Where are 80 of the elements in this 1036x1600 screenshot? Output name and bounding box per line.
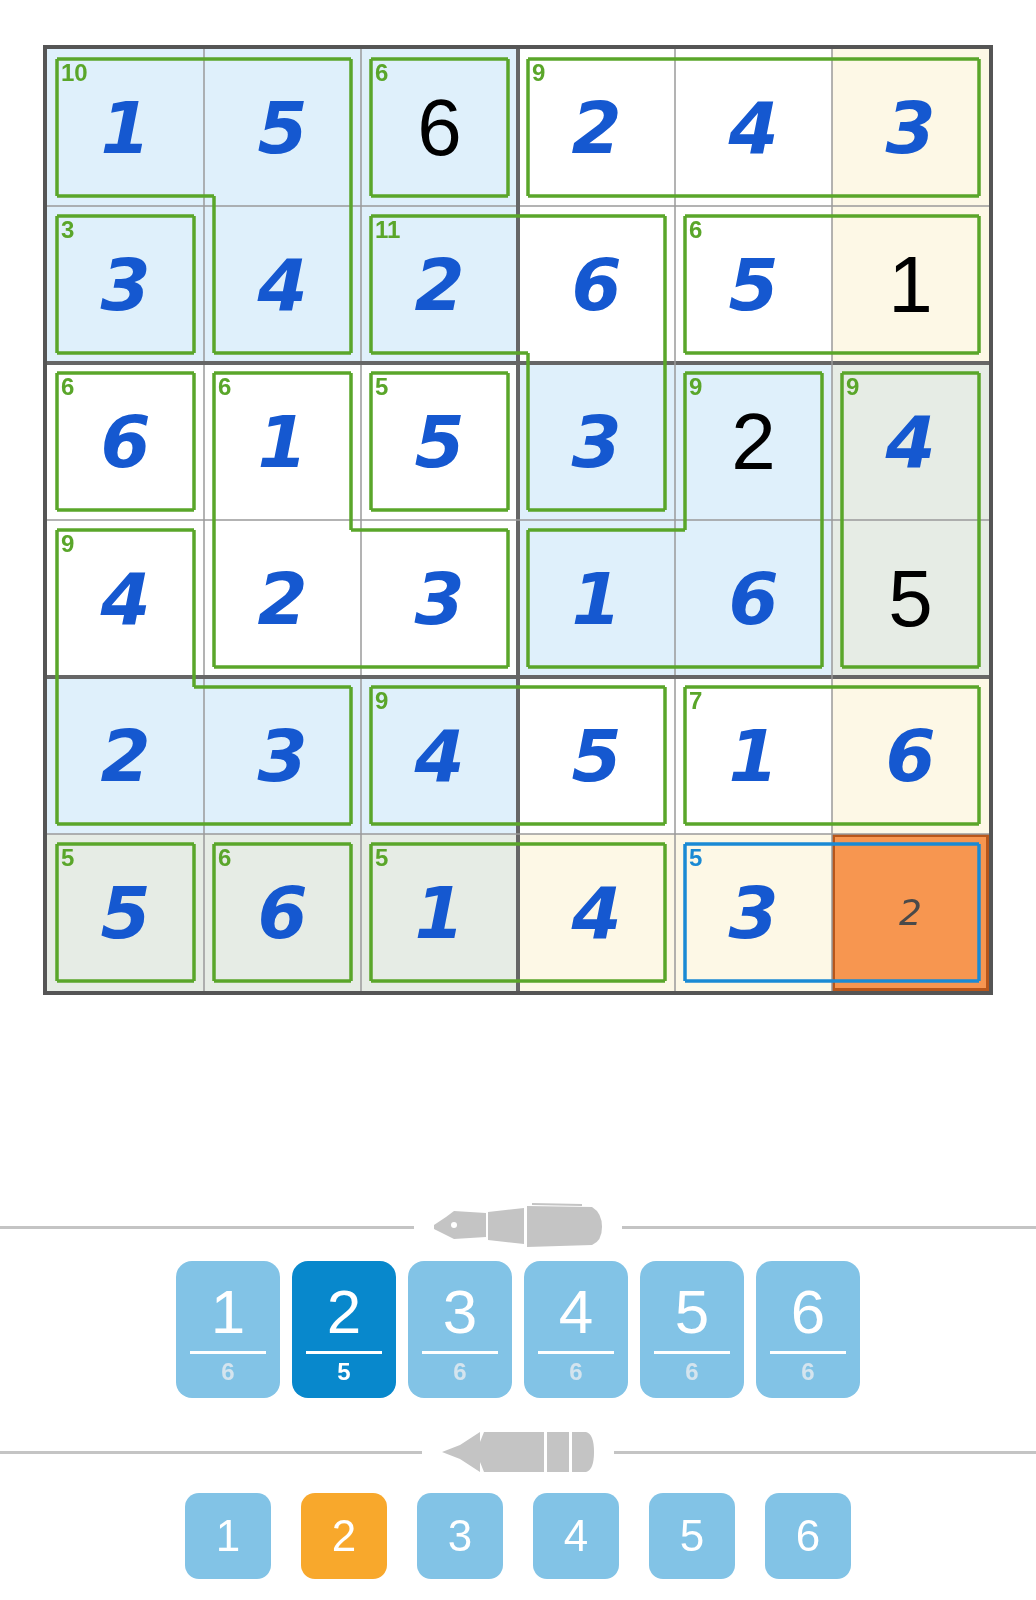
grid-cell[interactable]: 4 [518, 834, 675, 991]
cell-value: 3 [414, 562, 465, 635]
cell-value: 3 [571, 405, 622, 478]
cage-sum: 5 [61, 846, 75, 870]
cage-sum: 9 [846, 375, 860, 399]
cage-sum: 7 [689, 689, 703, 713]
grid-cell[interactable]: 1 [832, 206, 989, 363]
cell-value: 4 [100, 562, 151, 635]
cell-value: 4 [257, 248, 308, 321]
grid-cell[interactable]: 9 4 [832, 363, 989, 520]
cage-sum: 6 [61, 375, 75, 399]
cell-value: 6 [885, 719, 936, 792]
cell-value: 1 [257, 405, 308, 478]
cell-value: 2 [899, 894, 922, 931]
cage-sum: 5 [375, 846, 389, 870]
cell-value: 1 [888, 244, 933, 325]
cage-sum: 6 [218, 375, 232, 399]
cell-value: 2 [571, 91, 622, 164]
cell-value: 1 [728, 719, 779, 792]
cell-value: 3 [257, 719, 308, 792]
cell-value: 6 [417, 87, 462, 168]
cage-sum: 6 [689, 218, 703, 242]
grid-cell[interactable]: 3 [832, 49, 989, 206]
digit-button[interactable]: 2 5 [292, 1261, 396, 1398]
cell-value: 4 [414, 719, 465, 792]
grid-cell[interactable]: 5 1 [361, 834, 518, 991]
cage-sum: 9 [532, 61, 546, 85]
grid-cell[interactable]: 4 [204, 206, 361, 363]
cell-value: 6 [257, 876, 308, 949]
cell-value: 1 [100, 91, 151, 164]
cage-sum: 5 [375, 375, 389, 399]
cage-sum: 11 [375, 218, 401, 242]
cell-value: 1 [414, 876, 465, 949]
grid-cell[interactable]: 6 6 [361, 49, 518, 206]
grid-cell[interactable]: 3 [204, 677, 361, 834]
cell-value: 4 [885, 405, 936, 478]
grid-cell[interactable]: 5 3 [675, 834, 832, 991]
cage-sum: 3 [61, 218, 75, 242]
grid-cell[interactable]: 6 6 [204, 834, 361, 991]
cell-value: 3 [885, 91, 936, 164]
grid-cell[interactable]: 11 2 [361, 206, 518, 363]
grid-cell[interactable]: 5 [832, 520, 989, 677]
grid-cell[interactable]: 9 2 [675, 363, 832, 520]
grid-cell[interactable]: 6 [675, 520, 832, 677]
cage-sum: 6 [375, 61, 389, 85]
grid-cell[interactable]: 1 [518, 520, 675, 677]
cell-value: 2 [731, 401, 776, 482]
cell-value: 2 [100, 719, 151, 792]
cage-sum: 9 [61, 532, 75, 556]
cage-sum: 9 [375, 689, 389, 713]
grid-cell[interactable]: 2 [47, 677, 204, 834]
cell-value: 5 [571, 719, 622, 792]
cell-value: 4 [571, 876, 622, 949]
cell-value: 5 [257, 91, 308, 164]
cell-value: 5 [888, 558, 933, 639]
grid-cell[interactable]: 6 [832, 677, 989, 834]
grid-cell[interactable]: 5 [204, 49, 361, 206]
cage-sum: 5 [689, 846, 703, 870]
cell-value: 6 [728, 562, 779, 635]
grid-cell[interactable]: 3 3 [47, 206, 204, 363]
cage-sum: 9 [689, 375, 703, 399]
cage-sum: 10 [61, 61, 88, 85]
cell-value: 2 [414, 248, 465, 321]
grid-cell[interactable]: 10 1 [47, 49, 204, 206]
grid-cell[interactable]: 2 [832, 834, 989, 991]
cell-value: 5 [100, 876, 151, 949]
cell-value: 5 [728, 248, 779, 321]
cell-value: 3 [728, 876, 779, 949]
cell-value: 6 [100, 405, 151, 478]
pencil-icon [440, 1431, 596, 1473]
cage-sum: 6 [218, 846, 232, 870]
grid-cell[interactable]: 3 [518, 363, 675, 520]
cell-value: 5 [414, 405, 465, 478]
grid-cell[interactable]: 9 4 [361, 677, 518, 834]
cell-value: 1 [571, 562, 622, 635]
cell-value: 2 [257, 562, 308, 635]
cell-value: 6 [571, 248, 622, 321]
cell-value: 4 [728, 91, 779, 164]
grid-cell[interactable]: 5 5 [47, 834, 204, 991]
cell-value: 3 [100, 248, 151, 321]
